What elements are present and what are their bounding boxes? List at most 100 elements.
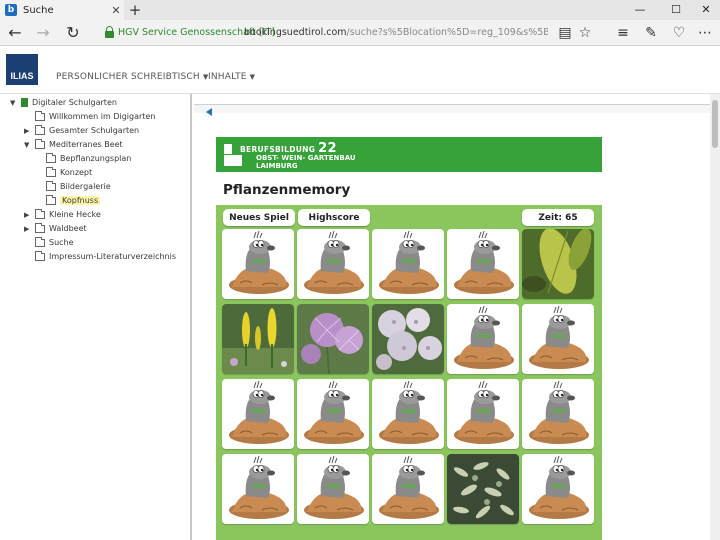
- memory-card-hidden[interactable]: [222, 379, 294, 449]
- new-game-button[interactable]: Neues Spiel: [223, 209, 295, 226]
- memory-card-hidden[interactable]: [297, 454, 369, 524]
- memory-card-hidden[interactable]: [297, 229, 369, 299]
- tree-item-kleine-hecke[interactable]: ▶ Kleine Hecke: [24, 208, 101, 221]
- folder-icon: [46, 152, 56, 163]
- folder-icon: [35, 124, 45, 135]
- yellow-flower-photo-icon: [222, 304, 294, 374]
- expand-toggle-icon[interactable]: ▶: [24, 211, 32, 219]
- browser-tab[interactable]: b Suche ✕: [0, 0, 124, 20]
- share-icon[interactable]: ♡: [668, 23, 690, 43]
- forward-arrow-icon[interactable]: →: [32, 23, 54, 43]
- memory-card-yellow-flower-photo[interactable]: [222, 304, 294, 374]
- memory-card-hidden[interactable]: [372, 454, 444, 524]
- expand-toggle-icon[interactable]: ▶: [24, 127, 32, 135]
- collapse-tree-arrow-icon[interactable]: [206, 108, 212, 116]
- tree-item-label: Impressum-Literaturverzeichnis: [49, 252, 176, 261]
- folder-icon: [46, 166, 56, 177]
- tree-item-suche[interactable]: Suche: [24, 236, 74, 249]
- white-flower-photo-icon: [372, 304, 444, 374]
- new-tab-button[interactable]: +: [126, 1, 144, 19]
- mole-card-back-icon: [379, 230, 439, 294]
- mole-card-back-icon: [229, 455, 289, 519]
- tree-item-label-active: Kopfnuss: [60, 196, 101, 205]
- memory-card-allium-photo[interactable]: [297, 304, 369, 374]
- refresh-icon[interactable]: ↻: [62, 23, 84, 43]
- tree-item-gesamter-schulgarten[interactable]: ▶ Gesamter Schulgarten: [24, 124, 139, 137]
- web-note-icon[interactable]: ✎: [640, 23, 662, 43]
- tree-item-label: Konzept: [60, 168, 93, 177]
- expand-toggle-icon[interactable]: ▼: [10, 99, 18, 107]
- folder-icon: [35, 110, 45, 121]
- folder-icon: [35, 236, 45, 247]
- memory-card-hidden[interactable]: [447, 304, 519, 374]
- mole-card-back-icon: [454, 380, 514, 444]
- menu-label: INHALTE: [208, 72, 247, 82]
- memory-card-leaf-photo[interactable]: [522, 229, 594, 299]
- tree-item-bildergalerie[interactable]: Bildergalerie: [35, 180, 111, 193]
- window-close-icon[interactable]: ✕: [690, 0, 720, 20]
- url-host: bookingsuedtirol.com: [244, 27, 347, 38]
- menu-contents[interactable]: INHALTE ▼: [208, 72, 255, 82]
- mole-card-back-icon: [454, 230, 514, 294]
- memory-card-succulent-photo[interactable]: [447, 454, 519, 524]
- memory-card-hidden[interactable]: [222, 454, 294, 524]
- memory-card-hidden[interactable]: [297, 379, 369, 449]
- memory-card-hidden[interactable]: [522, 454, 594, 524]
- tree-item-bepflanzungsplan[interactable]: Bepflanzungsplan: [35, 152, 131, 165]
- vertical-scrollbar[interactable]: [710, 94, 720, 540]
- mole-card-back-icon: [229, 380, 289, 444]
- tree-item-label: Bepflanzungsplan: [60, 154, 132, 163]
- memory-card-hidden[interactable]: [372, 229, 444, 299]
- folder-icon: [35, 250, 45, 261]
- tree-item-willkommen[interactable]: Willkommen im Digigarten: [24, 110, 155, 123]
- tree-item-root[interactable]: ▼ Digitaler Schulgarten: [10, 96, 117, 109]
- tree-item-mediterranes-beet[interactable]: ▼ Mediterranes Beet: [24, 138, 123, 151]
- maximize-icon[interactable]: ☐: [660, 0, 692, 20]
- folder-icon: [46, 180, 56, 191]
- memory-card-white-flower-photo[interactable]: [372, 304, 444, 374]
- address-bar: ← → ↻ HGV Service Genossenschaft [IT] bo…: [0, 20, 720, 46]
- tab-title: Suche: [23, 4, 54, 16]
- mole-card-back-icon: [529, 380, 589, 444]
- memory-card-hidden[interactable]: [447, 379, 519, 449]
- tree-item-waldbeet[interactable]: ▶ Waldbeet: [24, 222, 87, 235]
- memory-card-hidden[interactable]: [522, 379, 594, 449]
- mole-card-back-icon: [304, 455, 364, 519]
- tree-item-label: Kleine Hecke: [49, 210, 101, 219]
- tree-item-label: Waldbeet: [49, 224, 87, 233]
- hub-icon[interactable]: ≡: [612, 23, 634, 43]
- folder-icon: [35, 138, 45, 149]
- reading-view-icon[interactable]: ▤: [554, 23, 576, 43]
- more-icon[interactable]: ⋯: [694, 23, 716, 43]
- collapse-toggle-icon[interactable]: ▼: [24, 141, 32, 149]
- minimize-icon[interactable]: —: [624, 0, 656, 20]
- memory-card-hidden[interactable]: [447, 229, 519, 299]
- url-field[interactable]: bookingsuedtirol.com/suche?s%5Blocation%…: [244, 27, 548, 38]
- favorite-star-icon[interactable]: ☆: [574, 23, 596, 43]
- content-toolbar: [194, 104, 710, 113]
- memory-card-hidden[interactable]: [522, 304, 594, 374]
- tree-item-konzept[interactable]: Konzept: [35, 166, 92, 179]
- memory-card-hidden[interactable]: [222, 229, 294, 299]
- bing-favicon-icon: b: [5, 4, 17, 16]
- back-arrow-icon[interactable]: ←: [4, 23, 26, 43]
- mole-card-back-icon: [529, 455, 589, 519]
- tab-close-icon[interactable]: ✕: [108, 4, 124, 17]
- folder-icon: [35, 208, 45, 219]
- highscore-button[interactable]: Highscore: [298, 209, 370, 226]
- folder-icon: [35, 222, 45, 233]
- ilias-header: ILIAS PERSONLICHER SCHREIBTISCH ▼ INHALTE…: [0, 46, 720, 94]
- scrollbar-thumb[interactable]: [712, 100, 718, 148]
- game-title: Pflanzenmemory: [223, 182, 351, 198]
- tree-item-impressum[interactable]: Impressum-Literaturverzeichnis: [24, 250, 176, 263]
- expand-toggle-icon[interactable]: ▶: [24, 225, 32, 233]
- succulent-photo-icon: [447, 454, 519, 524]
- mole-card-back-icon: [229, 230, 289, 294]
- mole-card-back-icon: [529, 305, 589, 369]
- menu-personal-desktop[interactable]: PERSONLICHER SCHREIBTISCH ▼: [56, 72, 208, 82]
- tree-item-kopfnuss[interactable]: Kopfnuss: [35, 194, 101, 207]
- memory-card-hidden[interactable]: [372, 379, 444, 449]
- leaf-photo-icon: [522, 229, 594, 299]
- ilias-logo[interactable]: ILIAS: [6, 54, 38, 85]
- chevron-down-icon: ▼: [249, 73, 256, 81]
